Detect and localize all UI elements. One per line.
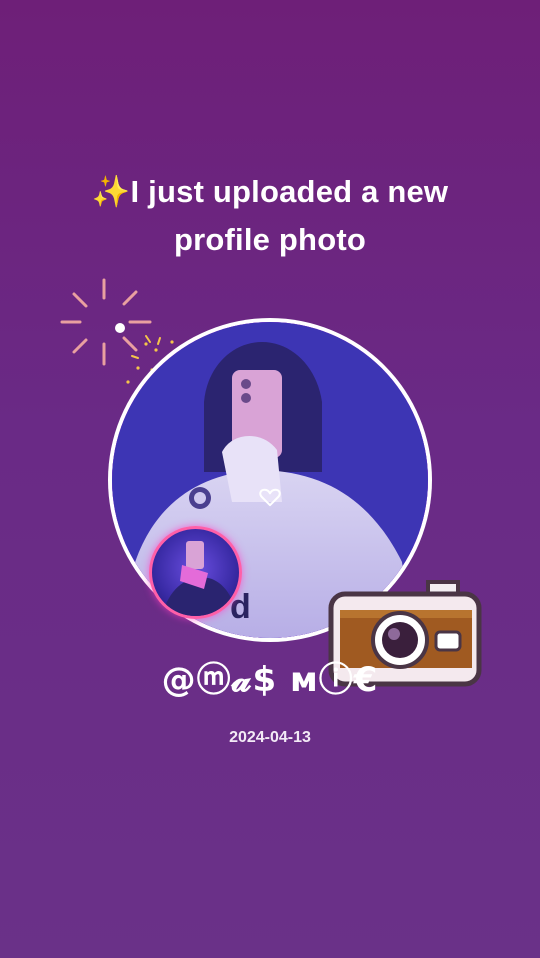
username[interactable]: @ⓜ𝓪$ ᴍⓘ€ [0,652,540,701]
headline-line-2: profile photo [173,222,366,257]
headline: ✨I just uploaded a new profile photo [0,168,540,264]
headline-line-1: ✨I just uploaded a new [91,174,449,209]
heart-icon[interactable] [259,487,281,507]
mini-avatar-image [162,541,236,616]
mini-avatar [149,526,242,619]
upload-date: 2024-04-13 [229,729,311,746]
